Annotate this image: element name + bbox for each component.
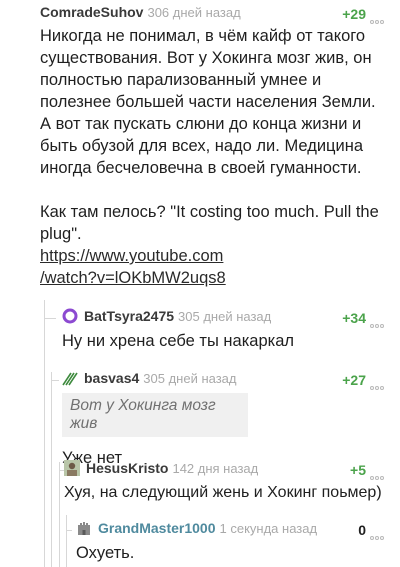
comment-time[interactable]: 142 дня назад (172, 461, 258, 476)
more-options-icon[interactable] (370, 377, 388, 390)
comment-body: Ну ни хрена себе ты накаркал (62, 332, 295, 350)
comment-header: BatTsyra2475 305 дней назад +34 (62, 308, 388, 330)
comment-rating: +27 (342, 372, 366, 388)
comment-rating: +5 (350, 462, 366, 478)
comment-time[interactable]: 306 дней назад (147, 5, 240, 20)
comment-author[interactable]: GrandMaster1000 (98, 520, 216, 536)
comment-author[interactable]: HesusKristo (86, 460, 168, 476)
more-options-icon[interactable] (370, 11, 388, 24)
thread-elbow (44, 318, 56, 319)
more-options-icon[interactable] (370, 315, 388, 328)
comment-rating: 0 (358, 522, 366, 538)
youtube-link[interactable]: https://www.youtube.com (40, 247, 223, 265)
comment-author[interactable]: basvas4 (84, 370, 139, 386)
comment-quote: Вот у Хокинга мозг жив (62, 393, 248, 437)
comment-rating: +29 (342, 6, 366, 22)
photo-avatar-icon (64, 460, 80, 476)
comment-body: Никогда не понимал, в чём кайф от такого… (40, 27, 376, 177)
thread-line (66, 515, 67, 567)
thread-elbow (66, 530, 72, 531)
comment-body: Охуеть. (76, 544, 135, 562)
comment-time[interactable]: 305 дней назад (143, 371, 236, 386)
thread-line (59, 462, 60, 567)
ring-avatar-icon (62, 308, 78, 324)
thread-elbow (51, 380, 59, 381)
comment-header: HesusKristo 142 дня назад +5 (64, 460, 388, 482)
comment-header: basvas4 305 дней назад +27 (62, 370, 388, 392)
comment-link[interactable]: https://www.youtube.com /watch?v=lOKbMW2… (40, 245, 388, 289)
avatar[interactable] (62, 308, 78, 324)
comment-header: ComradeSuhov 306 дней назад +29 (40, 4, 388, 26)
more-options-icon[interactable] (370, 527, 388, 540)
comment-header: GrandMaster1000 1 секунда назад 0 (76, 520, 388, 542)
youtube-link[interactable]: /watch?v=lOKbMW2uqs8 (40, 269, 226, 287)
comment: BatTsyra2475 305 дней назад +34 Ну ни хре… (62, 308, 388, 352)
castle-avatar-icon (78, 522, 90, 535)
comment-author[interactable]: ComradeSuhov (40, 4, 143, 20)
avatar[interactable] (64, 460, 80, 476)
stripes-avatar-icon (62, 372, 78, 386)
thread-line (44, 300, 45, 567)
comment-time[interactable]: 1 секунда назад (220, 521, 318, 536)
thread-line (51, 372, 52, 567)
comment-body: Хуя, на следующий жень и Хокинг поьмер) (64, 484, 382, 501)
comment-body: Как там пелось? "It costing too much. Pu… (40, 203, 379, 243)
more-options-icon[interactable] (370, 467, 388, 480)
comment-author[interactable]: BatTsyra2475 (84, 308, 174, 324)
avatar[interactable] (76, 520, 92, 536)
comment-rating: +34 (342, 310, 366, 326)
comment: HesusKristo 142 дня назад +5 Хуя, на след… (64, 460, 388, 504)
comment: ComradeSuhov 306 дней назад +29 Никогда н… (40, 4, 388, 289)
comment: GrandMaster1000 1 секунда назад 0 Охуеть. (76, 520, 388, 564)
comment: basvas4 305 дней назад +27 Вот у Хокинга … (62, 370, 388, 469)
avatar[interactable] (62, 370, 78, 386)
comment-time[interactable]: 305 дней назад (178, 309, 271, 324)
